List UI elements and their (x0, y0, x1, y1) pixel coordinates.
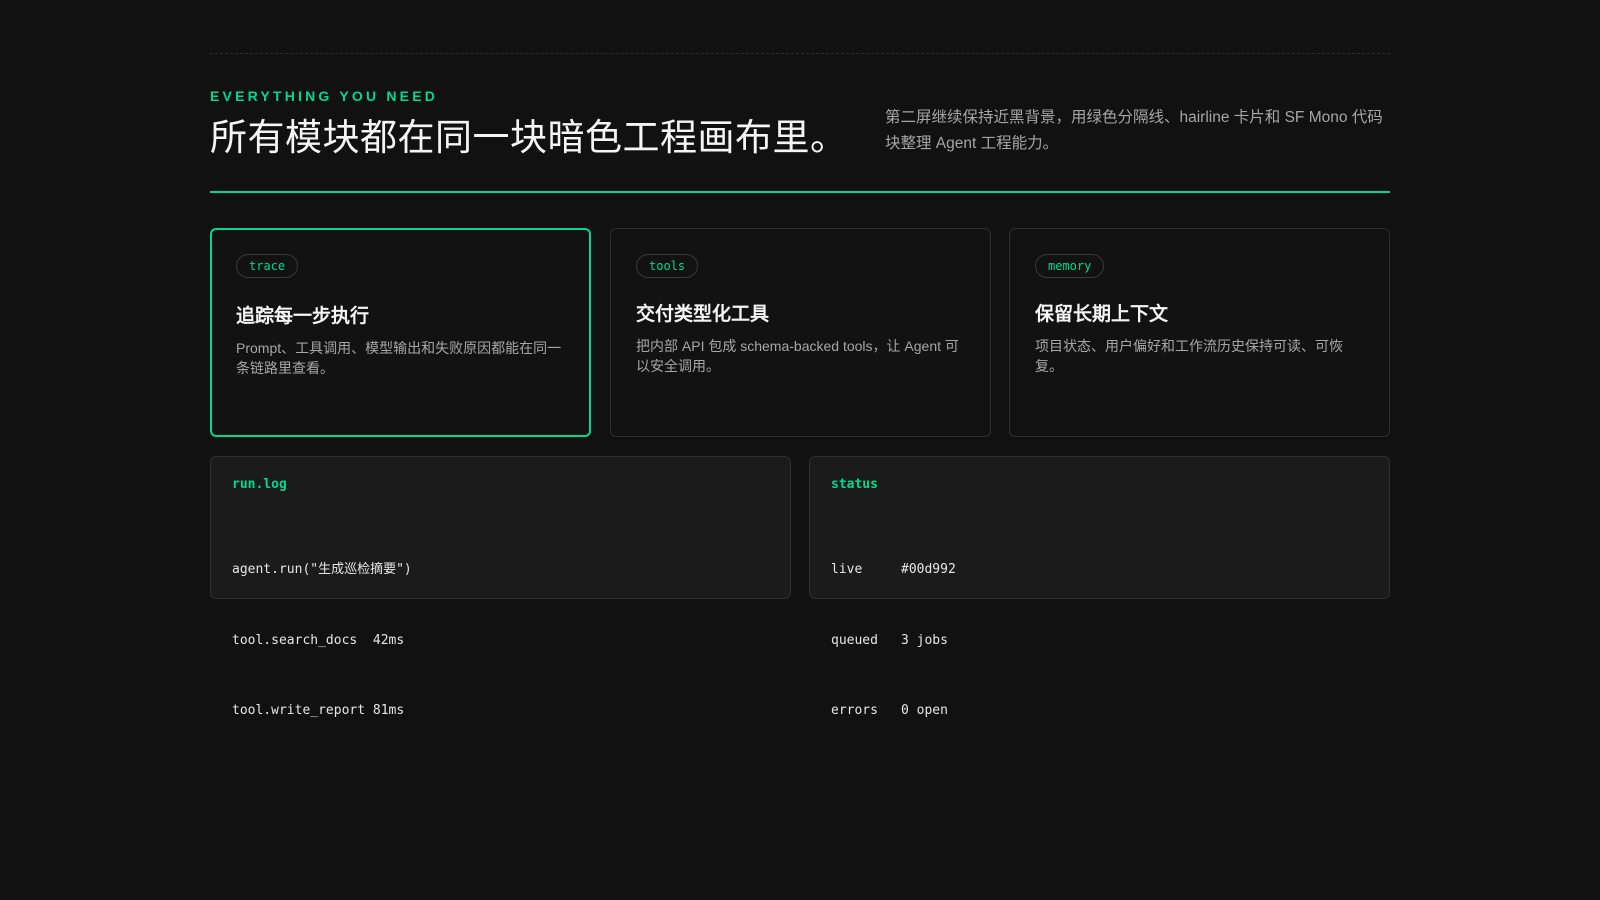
feature-card-tools[interactable]: tools 交付类型化工具 把内部 API 包成 schema-backed t… (610, 228, 991, 437)
card-description: Prompt、工具调用、模型输出和失败原因都能在同一条链路里查看。 (236, 340, 562, 376)
status-list: live #00d992 queued 3 jobs errors 0 open (831, 511, 956, 770)
card-title: 追踪每一步执行 (236, 306, 370, 327)
code-block: agent.run("生成巡检摘要") tool.search_docs 42m… (232, 511, 412, 770)
status-value: #00d992 (901, 562, 956, 577)
card-description: 把内部 API 包成 schema-backed tools，让 Agent 可… (636, 338, 959, 374)
card-title: 交付类型化工具 (636, 304, 770, 325)
panel-title: run.log (232, 477, 287, 492)
status-row-errors: errors 0 open (831, 699, 956, 723)
status-row-live: live #00d992 (831, 558, 956, 582)
code-line: tool.search_docs 42ms (232, 632, 405, 648)
status-row-queued: queued 3 jobs (831, 629, 956, 653)
section-eyebrow: EVERYTHING YOU NEED (210, 88, 439, 104)
status-key: live (831, 562, 863, 577)
card-title: 保留长期上下文 (1035, 304, 1169, 325)
section-headline: 所有模块都在同一块暗色工程画布里。 (210, 117, 848, 158)
status-panel: status live #00d992 queued 3 jobs errors 0 … (809, 456, 1390, 718)
card-tag: memory (1035, 254, 1105, 278)
status-value: 3 jobs (901, 632, 948, 648)
code-line: tool.write_report 81ms (232, 703, 405, 718)
top-divider (210, 53, 1390, 54)
card-tag: tools (636, 254, 699, 278)
section-intro: 第二屏继续保持近黑背景，用绿色分隔线、hairline 卡片和 SF Mono … (885, 109, 1383, 152)
status-key: queued (831, 632, 878, 648)
status-value: 0 open (901, 703, 948, 718)
card-tag: trace (236, 254, 299, 278)
run-log-panel: run.log agent.run("生成巡检摘要") tool.search_… (210, 456, 791, 718)
code-line: agent.run("生成巡检摘要") (232, 562, 412, 577)
accent-divider (210, 191, 1390, 193)
panel-title: status (831, 477, 878, 492)
feature-card-trace[interactable]: trace 追踪每一步执行 Prompt、工具调用、模型输出和失败原因都能在同一… (210, 228, 591, 437)
card-description: 项目状态、用户偏好和工作流历史保持可读、可恢复。 (1035, 338, 1343, 374)
feature-card-memory[interactable]: memory 保留长期上下文 项目状态、用户偏好和工作流历史保持可读、可恢复。 (1009, 228, 1390, 437)
status-key: errors (831, 703, 878, 718)
